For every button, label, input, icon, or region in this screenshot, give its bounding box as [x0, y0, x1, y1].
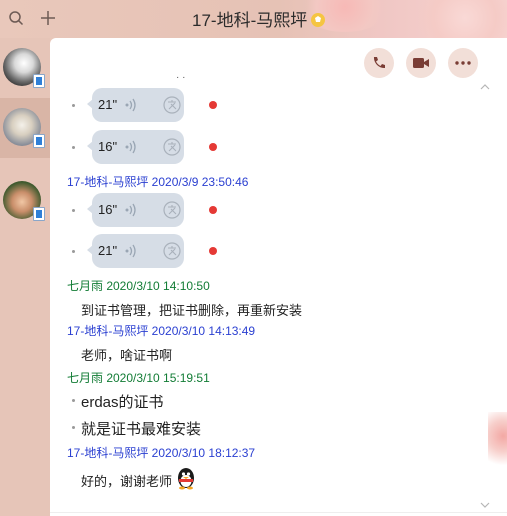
device-badge-icon [33, 134, 45, 148]
transcribe-icon[interactable] [162, 200, 182, 220]
voice-wave-icon [125, 203, 136, 217]
voice-message[interactable]: 16" [87, 193, 184, 227]
member-badge-icon [310, 12, 326, 28]
contact-sidebar [0, 38, 50, 516]
input-divider [50, 512, 507, 513]
voice-wave-icon [125, 98, 136, 112]
sender-line: 17-地科-马熙坪 2020/3/10 14:13:49 [67, 324, 256, 338]
device-badge-icon [33, 207, 45, 221]
voice-duration: 16" [98, 202, 118, 217]
unread-dot [209, 143, 217, 151]
chat-title-text: 17-地科-马熙坪 [192, 11, 308, 30]
transcribe-icon[interactable] [162, 137, 182, 157]
transcribe-icon[interactable] [162, 241, 182, 261]
contact-item[interactable] [0, 38, 50, 98]
title-bar: 17-地科-马熙坪 [0, 0, 507, 46]
chat-panel: · · 21" 16" 17-地科-马熙坪 2020/3/9 23:50:46 … [50, 38, 507, 516]
penguin-emoji-icon [174, 466, 198, 490]
message-bullet [72, 209, 75, 212]
sender-line: 17-地科-马熙坪 2020/3/10 18:12:37 [67, 446, 256, 460]
transcribe-icon[interactable] [162, 95, 182, 115]
voice-duration: 16" [98, 139, 118, 154]
voice-message[interactable]: 21" [87, 234, 184, 268]
unread-dot [209, 101, 217, 109]
message-text: erdas的证书 [81, 394, 164, 411]
message-text: 好的，谢谢老师 [81, 474, 173, 489]
message-bullet [72, 104, 75, 107]
message-text: 就是证书最难安装 [81, 421, 202, 438]
voice-duration: 21" [98, 97, 118, 112]
message-text: 老师，啥证书啊 [81, 348, 173, 363]
message-text: 到证书管理，把证书删除，再重新安装 [81, 303, 303, 318]
device-badge-icon [33, 74, 45, 88]
voice-wave-icon [125, 140, 136, 154]
search-icon[interactable] [6, 8, 26, 28]
background-flower [488, 412, 507, 472]
chat-title: 17-地科-马熙坪 [192, 6, 326, 30]
unread-dot [209, 206, 217, 214]
contact-item[interactable] [0, 171, 50, 231]
plus-icon[interactable] [38, 8, 58, 28]
voice-duration: 21" [98, 243, 118, 258]
message-bullet [72, 146, 75, 149]
message-bullet [72, 399, 75, 402]
sender-line: 七月雨 2020/3/10 14:10:50 [67, 279, 210, 293]
sender-line: 七月雨 2020/3/10 15:19:51 [67, 371, 210, 385]
voice-wave-icon [125, 244, 136, 258]
contact-item[interactable] [0, 98, 50, 158]
truncated-message: · · [176, 72, 186, 83]
message-list: · · 21" 16" 17-地科-马熙坪 2020/3/9 23:50:46 … [50, 38, 507, 516]
voice-message[interactable]: 21" [87, 88, 184, 122]
sender-line: 17-地科-马熙坪 2020/3/9 23:50:46 [67, 175, 249, 189]
unread-dot [209, 247, 217, 255]
message-bullet [72, 426, 75, 429]
voice-message[interactable]: 16" [87, 130, 184, 164]
message-bullet [72, 250, 75, 253]
